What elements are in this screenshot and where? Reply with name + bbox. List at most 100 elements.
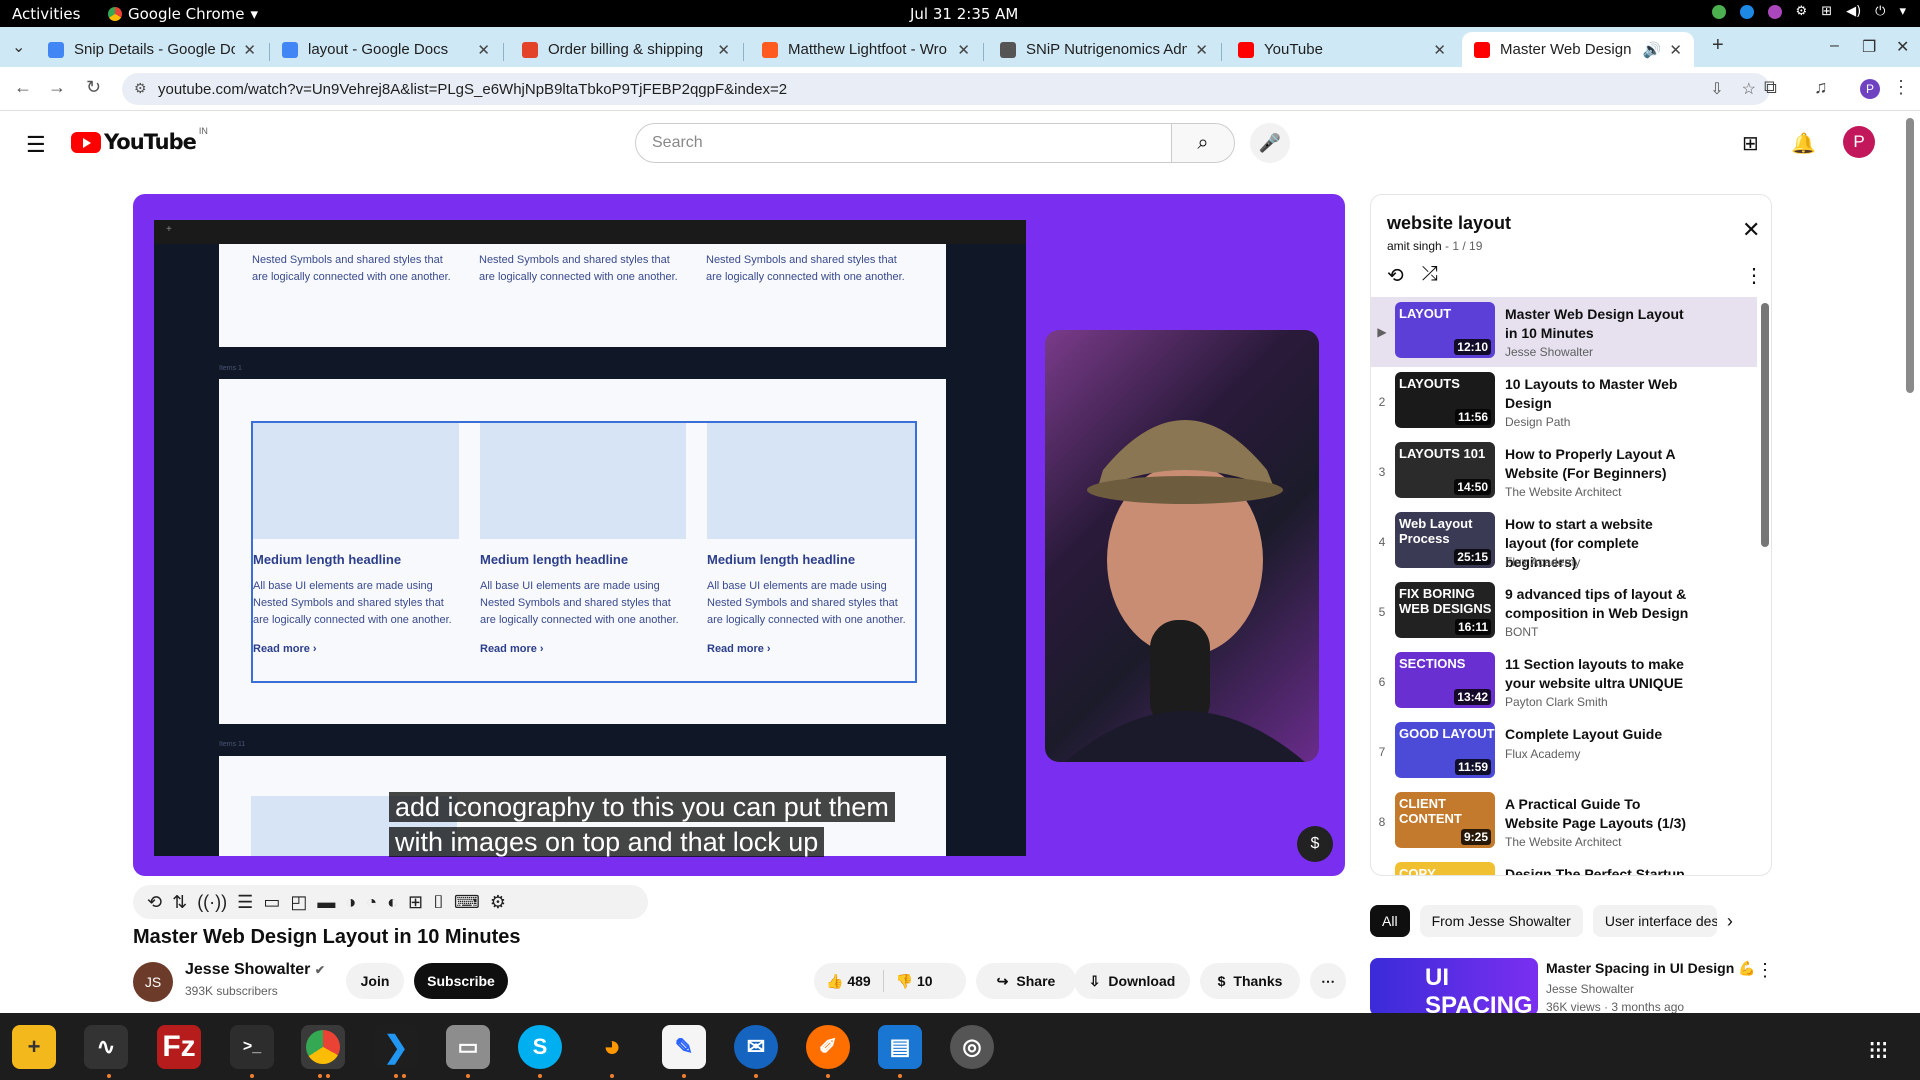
playlist-video-title[interactable]: Master Web Design Layout in 10 Minutes xyxy=(1505,305,1697,343)
sync-icon[interactable] xyxy=(1739,4,1754,19)
playlist-thumbnail[interactable]: COPY xyxy=(1395,862,1495,875)
more-vert-icon[interactable]: ⋮ xyxy=(1744,263,1764,288)
loop-playlist-icon[interactable]: ⟲ xyxy=(1387,263,1404,288)
text-editor-icon[interactable]: ✎ xyxy=(662,1025,706,1069)
like-button[interactable]: 👍 489 xyxy=(826,973,871,990)
thunderbird-icon[interactable]: ✉ xyxy=(734,1025,778,1069)
join-button[interactable]: Join xyxy=(346,963,404,999)
recommended-title[interactable]: Master Spacing in UI Design 💪 xyxy=(1546,960,1756,977)
volume-icon[interactable]: ◀) xyxy=(1846,4,1861,19)
media-controls-icon[interactable]: ♫ xyxy=(1814,77,1828,98)
tab-matthew-lightfoot[interactable]: Matthew Lightfoot - Wro ✕ xyxy=(750,32,982,67)
share-button[interactable]: ↪ Share xyxy=(976,963,1076,999)
burner-icon[interactable]: ◕ xyxy=(590,1025,634,1069)
bookmark-star-icon[interactable]: ☆ xyxy=(1742,79,1756,99)
playlist-video-title[interactable]: 11 Section layouts to make your website … xyxy=(1505,655,1697,693)
page-scrollbar[interactable] xyxy=(1906,118,1914,393)
chrome-icon[interactable] xyxy=(301,1025,345,1069)
activities-button[interactable]: Activities xyxy=(12,5,80,23)
filter-icon[interactable]: ◑ xyxy=(345,892,356,913)
settings-icon[interactable]: ⚙ xyxy=(1796,4,1808,19)
app-grid-icon[interactable]: ⁝⁝⁝ xyxy=(1868,1035,1889,1066)
subscribe-button[interactable]: Subscribe xyxy=(414,963,508,999)
close-icon[interactable]: ✕ xyxy=(243,41,256,59)
playlist-video-title[interactable]: 9 advanced tips of layout & composition … xyxy=(1505,585,1697,623)
playlist-thumbnail[interactable]: LAYOUT 12:10 xyxy=(1395,302,1495,358)
recommended-channel[interactable]: Jesse Showalter xyxy=(1546,982,1634,996)
thanks-button[interactable]: $ Thanks xyxy=(1200,963,1300,999)
account-avatar[interactable]: P xyxy=(1843,126,1875,158)
more-vert-icon[interactable]: ⋮ xyxy=(1756,960,1774,981)
channel-watermark-icon[interactable]: $ xyxy=(1297,826,1333,862)
system-monitor-icon[interactable]: ∿ xyxy=(84,1025,128,1069)
tab-search-icon[interactable]: ⌄ xyxy=(12,37,25,57)
playlist-item[interactable]: ▶ LAYOUT 12:10 Master Web Design Layout in … xyxy=(1371,297,1757,367)
playlist-video-title[interactable]: Complete Layout Guide xyxy=(1505,725,1697,744)
more-actions-button[interactable]: ⋯ xyxy=(1310,963,1346,999)
search-input[interactable]: Search xyxy=(635,123,1172,163)
playlist-video-title[interactable]: How to Properly Layout A Website (For Be… xyxy=(1505,445,1697,483)
chip-user-interface[interactable]: User interface desi xyxy=(1592,905,1717,937)
playlist-scrollbar[interactable] xyxy=(1761,303,1769,547)
files-icon[interactable]: ▭ xyxy=(446,1025,490,1069)
tab-order-billing[interactable]: Order billing & shipping ✕ xyxy=(510,32,742,67)
close-icon[interactable]: ✕ xyxy=(477,41,490,59)
vscode-icon[interactable]: ❯ xyxy=(374,1025,418,1069)
minimize-button[interactable]: – xyxy=(1830,37,1839,55)
playlist-item[interactable]: 5 FIX BORING WEB DESIGNS 16:11 9 advanced t… xyxy=(1371,577,1757,647)
playlist-item[interactable]: 3 LAYOUTS 101 14:50 How to Properly Layout … xyxy=(1371,437,1757,507)
video-player[interactable]: + Nested Symbols and shared styles that … xyxy=(133,194,1345,876)
playlist-thumbnail[interactable]: SECTIONS 13:42 xyxy=(1395,652,1495,708)
playlist-thumbnail[interactable]: LAYOUTS 101 14:50 xyxy=(1395,442,1495,498)
playlist-thumbnail[interactable]: CLIENT CONTENT 9:25 xyxy=(1395,792,1495,848)
playlist-thumbnail[interactable]: Web Layout Process 25:15 xyxy=(1395,512,1495,568)
filezilla-icon[interactable]: Fz xyxy=(157,1025,201,1069)
chevron-right-icon[interactable]: › xyxy=(1727,911,1733,932)
youtube-logo[interactable]: YouTube IN xyxy=(71,126,208,154)
playlist-owner[interactable]: amit singh xyxy=(1387,239,1442,253)
install-icon[interactable]: ⇩ xyxy=(1710,79,1723,99)
settings-icon[interactable]: ⚙ xyxy=(490,892,506,913)
recommended-thumbnail[interactable]: UI SPACING xyxy=(1370,958,1538,1019)
notes-app-icon[interactable]: + xyxy=(12,1025,56,1069)
playlist-thumbnail[interactable]: FIX BORING WEB DESIGNS 16:11 xyxy=(1395,582,1495,638)
download-button[interactable]: ⇩ Download xyxy=(1074,963,1190,999)
back-button[interactable]: ← xyxy=(14,77,32,98)
playlist-item[interactable]: 6 SECTIONS 13:42 11 Section layouts to make… xyxy=(1371,647,1757,717)
search-button[interactable]: ⌕ xyxy=(1171,123,1235,163)
extensions-icon[interactable]: ⧉ xyxy=(1764,77,1777,98)
color-icon[interactable]: ◐ xyxy=(387,892,398,913)
clapper-icon[interactable]: ▭ xyxy=(263,892,280,913)
terminal-icon[interactable]: >_ xyxy=(230,1025,274,1069)
speaker-icon[interactable]: 🔊 xyxy=(1643,41,1662,59)
speed-icon[interactable]: ◔ xyxy=(366,892,377,913)
playlist-video-title[interactable]: Design The Perfect Startup xyxy=(1505,865,1697,875)
pip-icon[interactable]: ◰ xyxy=(290,892,307,913)
network-icon[interactable]: ⊞ xyxy=(1821,4,1832,19)
channel-name[interactable]: Jesse Showalter ✔ xyxy=(185,961,325,979)
playlist-video-title[interactable]: A Practical Guide To Website Page Layout… xyxy=(1505,795,1697,833)
close-icon[interactable]: ✕ xyxy=(1195,41,1208,59)
loop-icon[interactable]: ⟲ xyxy=(147,892,162,913)
writer-icon[interactable]: ▤ xyxy=(878,1025,922,1069)
close-icon[interactable]: ✕ xyxy=(957,41,970,59)
system-tray[interactable]: ⚙ ⊞ ◀) ⏻ ▾ xyxy=(1711,4,1906,19)
playlist-thumbnail[interactable]: LAYOUTS 11:56 xyxy=(1395,372,1495,428)
app-menu[interactable]: Google Chrome ▾ xyxy=(108,5,258,23)
create-video-icon[interactable]: ⊞ xyxy=(1742,131,1759,156)
close-window-button[interactable]: ✕ xyxy=(1896,37,1909,57)
tab-snip-details[interactable]: Snip Details - Google Do ✕ xyxy=(36,32,268,67)
plus-frame-icon[interactable]: ⊞ xyxy=(408,892,423,913)
recommended-video[interactable]: UI SPACING Master Spacing in UI Design 💪… xyxy=(1370,958,1790,1019)
disk-icon[interactable]: ◎ xyxy=(950,1025,994,1069)
close-icon[interactable]: ✕ xyxy=(1669,41,1682,59)
screenshot-icon[interactable]: ⌷ xyxy=(433,892,444,913)
playlist-item[interactable]: COPY Design The Perfect Startup xyxy=(1371,857,1757,875)
hamburger-menu-icon[interactable]: ☰ xyxy=(26,132,46,158)
forward-button[interactable]: → xyxy=(48,77,66,98)
skype-icon[interactable]: S xyxy=(518,1025,562,1069)
profile-avatar[interactable]: P xyxy=(1860,79,1880,99)
power-icon[interactable]: ⏻ xyxy=(1875,4,1885,19)
chevron-down-icon[interactable]: ▾ xyxy=(1899,4,1906,19)
dislike-button[interactable]: 👎 10 xyxy=(896,973,933,990)
